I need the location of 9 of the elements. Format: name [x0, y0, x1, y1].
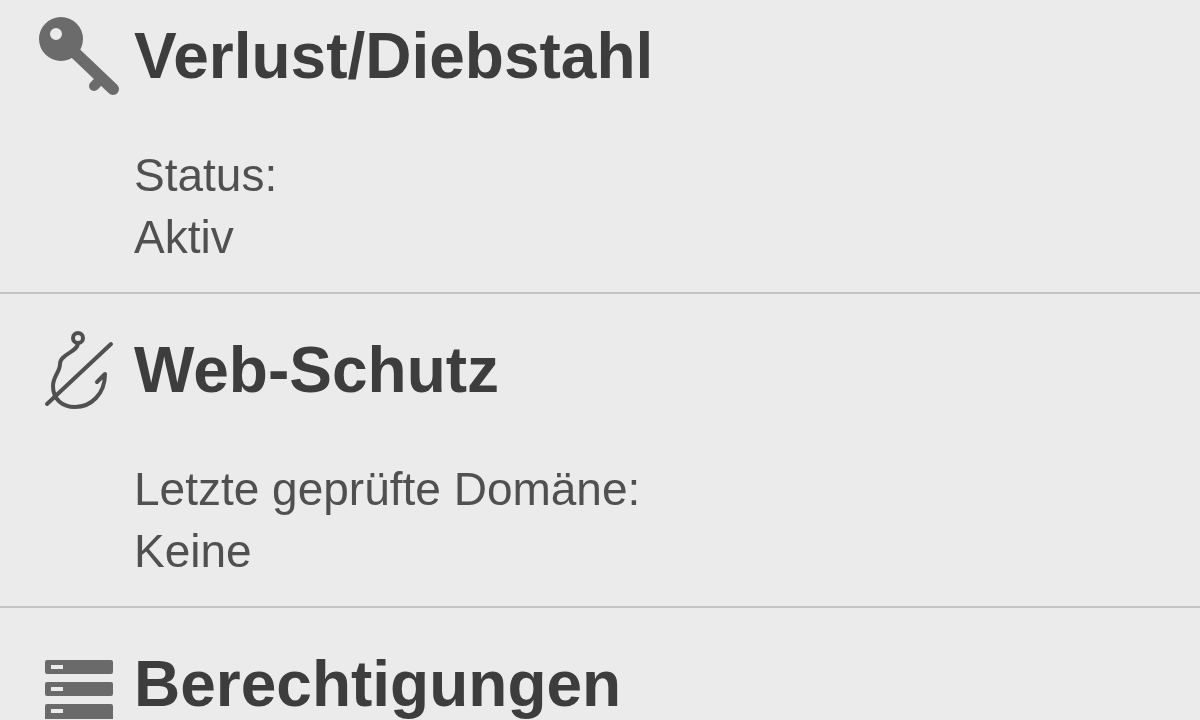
stacked-bars-icon [45, 660, 113, 719]
section-title: Web-Schutz [134, 338, 500, 402]
status-text: Letzte geprüfte Domäne: [134, 462, 641, 517]
status-text: Keine [134, 524, 252, 579]
section-title: Verlust/Diebstahl [134, 24, 654, 88]
key-icon [37, 15, 121, 97]
status-text: Status: [134, 148, 278, 203]
crossed-hook-icon [43, 330, 115, 410]
status-text: Aktiv [134, 210, 234, 265]
